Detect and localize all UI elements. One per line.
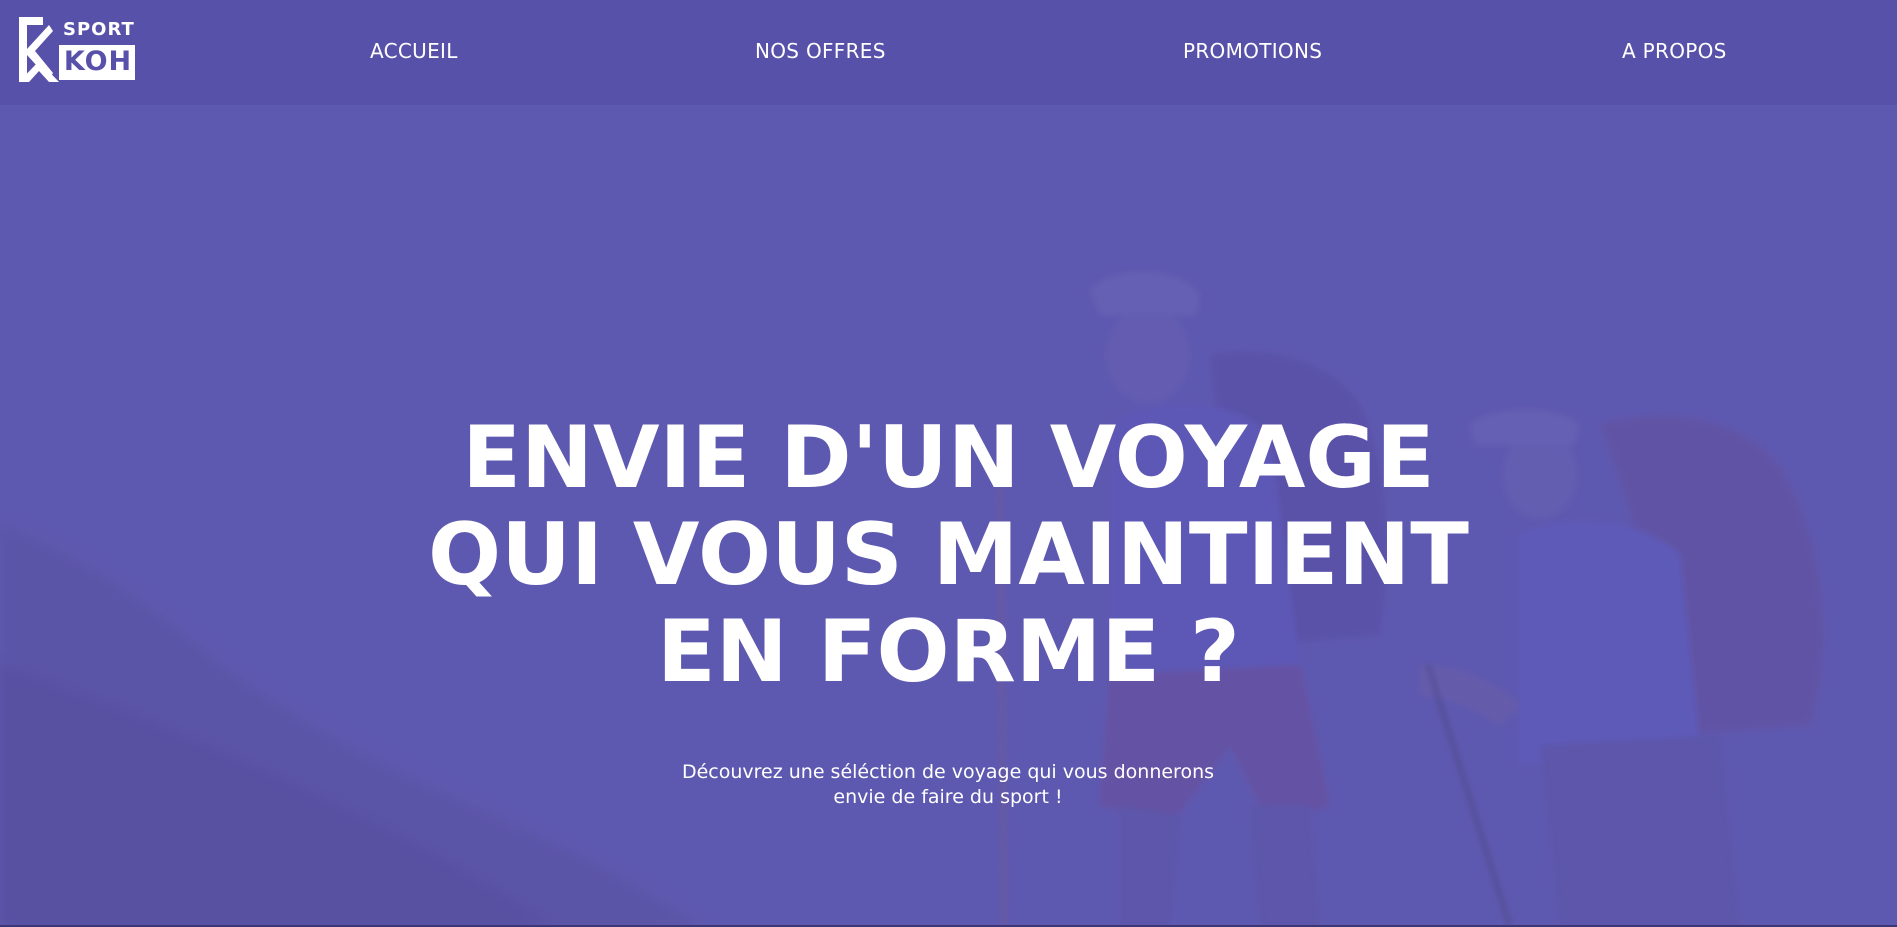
logo-text-koh: KOH — [63, 46, 133, 77]
hero-subtitle-line: Découvrez une séléction de voyage qui vo… — [681, 761, 1215, 783]
hero-title-line: QUI VOUS MAINTIENT — [428, 505, 1469, 605]
hero-title-line: ENVIE D'UN VOYAGE — [462, 408, 1435, 508]
nav-link-nos-offres[interactable]: NOS OFFRES — [755, 38, 886, 64]
hero-title-line: EN FORME ? — [657, 602, 1240, 702]
nav-link-a-propos[interactable]: A PROPOS — [1622, 38, 1727, 64]
nav-link-promotions[interactable]: PROMOTIONS — [1183, 38, 1322, 64]
nav-link-accueil[interactable]: ACCUEIL — [370, 38, 458, 64]
hero-subtitle: Découvrez une séléction de voyage qui vo… — [648, 760, 1248, 810]
site-header: SPORT KOH ACCUEIL NOS OFFRES PROMOTIONS … — [0, 0, 1897, 105]
hero-title: ENVIE D'UN VOYAGE QUI VOUS MAINTIENT EN … — [0, 410, 1897, 701]
page: SPORT KOH ACCUEIL NOS OFFRES PROMOTIONS … — [0, 0, 1897, 927]
brand-logo[interactable]: SPORT KOH — [19, 17, 136, 82]
mountain-k-logo-icon — [19, 17, 59, 82]
logo-text-sport: SPORT — [63, 19, 135, 40]
hero-subtitle-line: envie de faire du sport ! — [833, 786, 1063, 808]
